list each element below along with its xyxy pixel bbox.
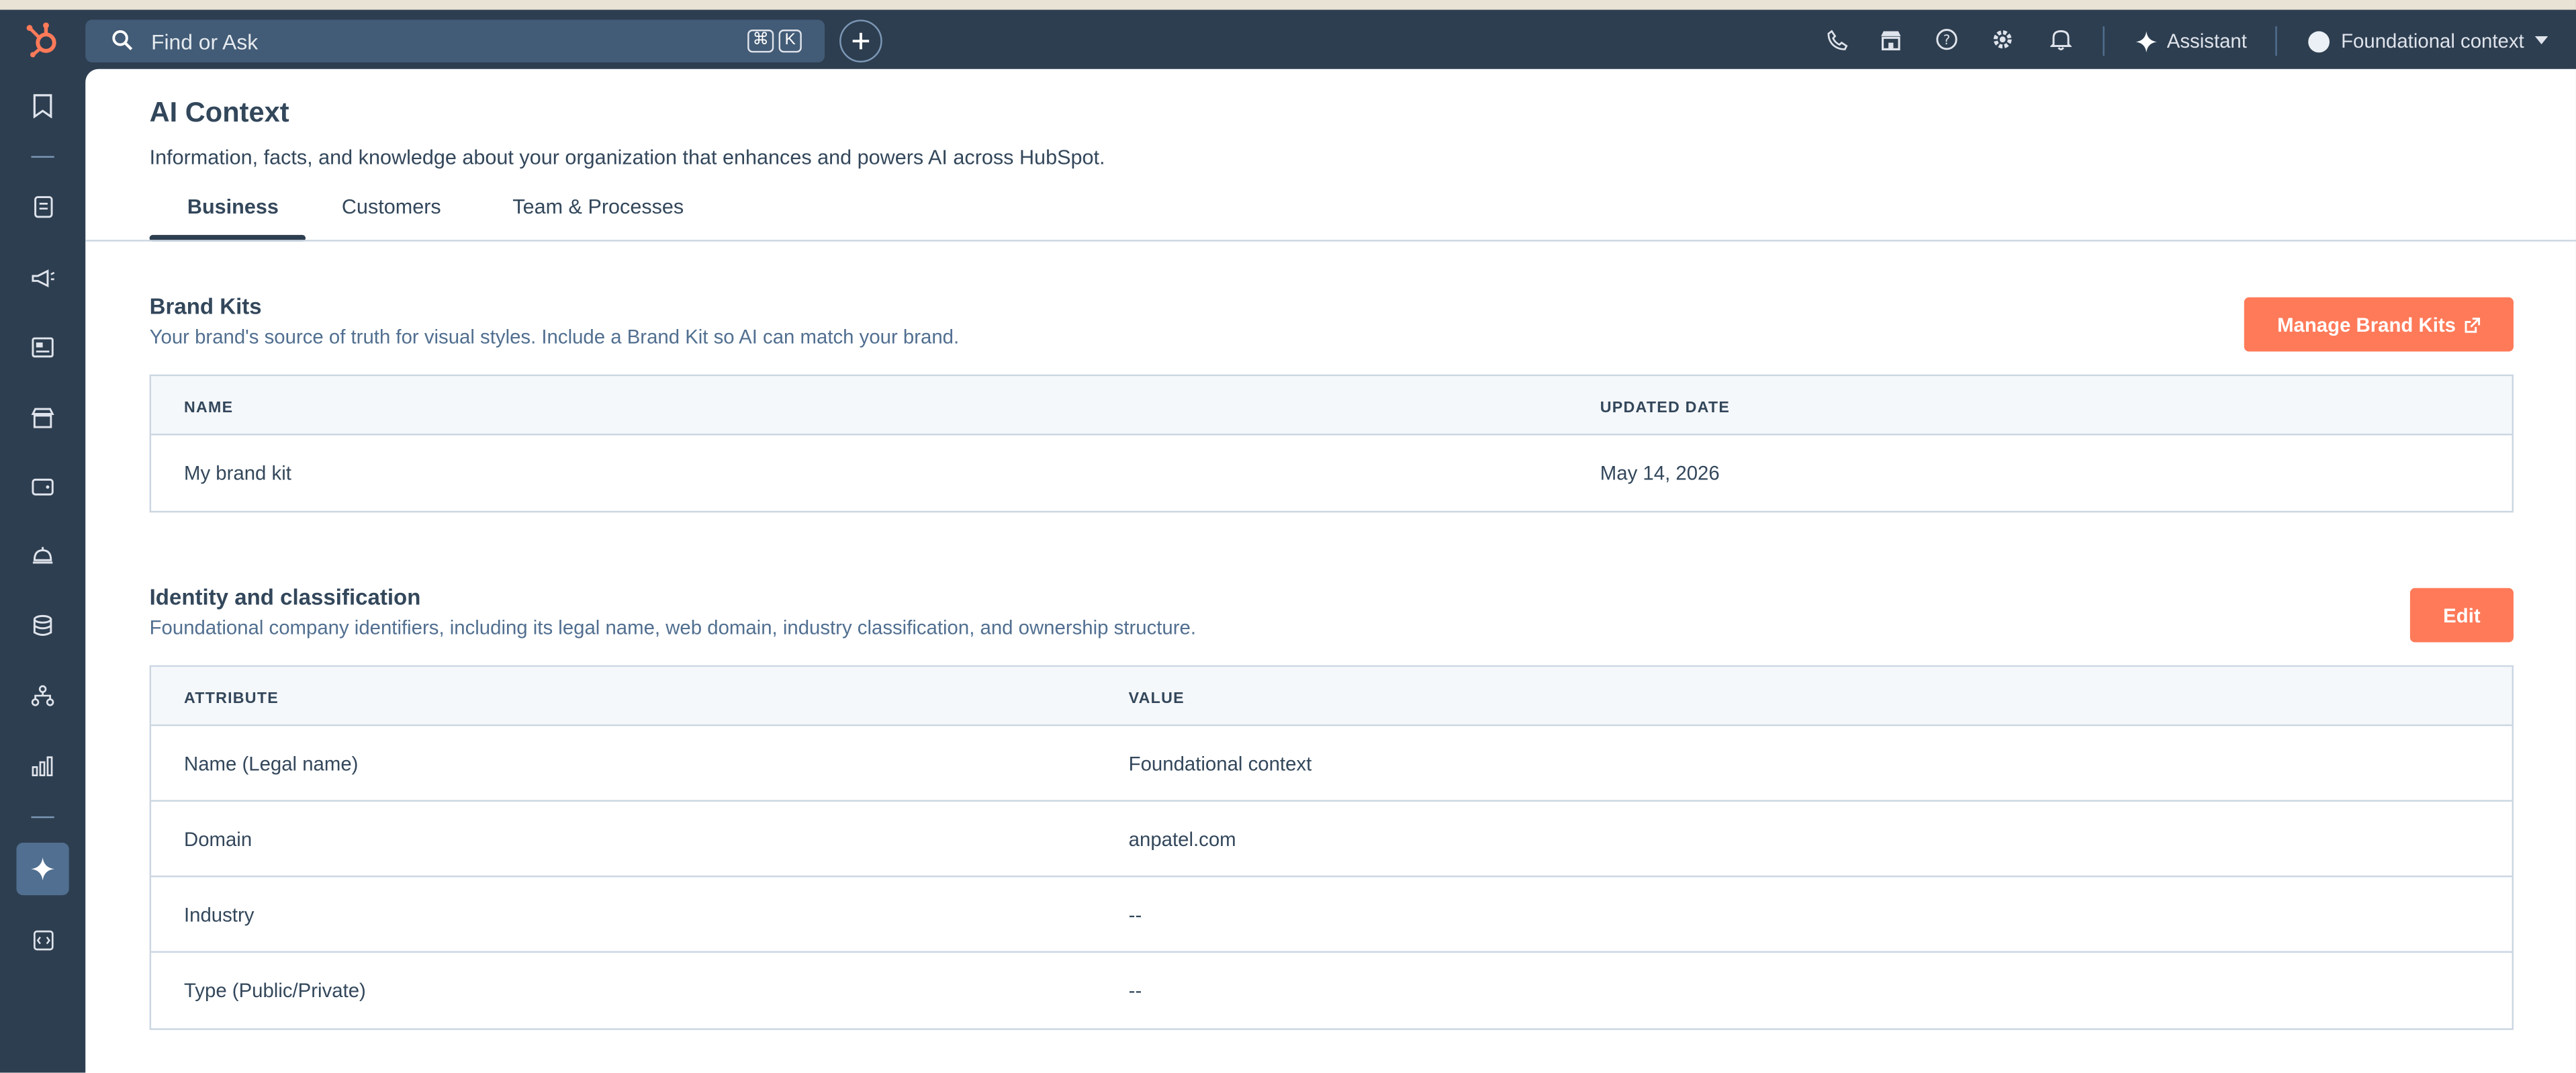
attribute-cell: Type (Public/Private) [183, 979, 366, 1002]
reports-icon[interactable] [26, 749, 59, 782]
wallet-icon[interactable] [26, 470, 59, 503]
caret-down-icon [2535, 36, 2549, 45]
manage-brand-kits-label: Manage Brand Kits [2277, 313, 2456, 336]
contacts-icon[interactable] [26, 191, 59, 224]
calling-icon[interactable] [1825, 28, 1848, 51]
topbar-divider [2103, 26, 2105, 56]
table-row: Domain anpatel.com [151, 802, 2512, 878]
edit-button-label: Edit [2443, 604, 2481, 627]
identity-table: ATTRIBUTE VALUE Name (Legal name) Founda… [149, 665, 2514, 1030]
value-cell: Foundational context [1128, 752, 1312, 776]
content-icon[interactable] [26, 330, 59, 363]
table-row: Industry -- [151, 877, 2512, 953]
value-cell: anpatel.com [1128, 827, 1236, 851]
marketplace-icon[interactable] [1880, 28, 1902, 51]
column-header-attribute: ATTRIBUTE [183, 690, 279, 708]
search-icon [111, 30, 133, 59]
notifications-bell-icon[interactable] [2049, 28, 2072, 51]
edit-button[interactable]: Edit [2409, 588, 2514, 643]
service-bell-icon[interactable] [26, 539, 59, 571]
value-cell: -- [1128, 979, 1142, 1002]
attribute-cell: Name (Legal name) [183, 752, 359, 776]
tab-team-processes[interactable]: Team & Processes [512, 195, 684, 218]
table-header: ATTRIBUTE VALUE [151, 667, 2512, 727]
sidebar-separator [31, 156, 54, 158]
brand-kit-name[interactable]: My brand kit [184, 461, 291, 484]
column-header-updated-date[interactable]: UPDATED DATE [1600, 399, 1730, 417]
database-icon[interactable] [26, 610, 59, 643]
attribute-cell: Domain [183, 827, 252, 851]
left-sidebar [0, 68, 86, 1073]
marketing-megaphone-icon[interactable] [26, 261, 59, 294]
help-icon[interactable]: ? [1935, 28, 1958, 51]
assistant-label: Assistant [2166, 30, 2247, 53]
identity-description: Foundational company identifiers, includ… [149, 616, 1197, 639]
brand-kits-table: NAME UPDATED DATE My brand kit May 14, 2… [149, 374, 2514, 513]
page-description: Information, facts, and knowledge about … [149, 146, 1105, 169]
account-menu[interactable]: Foundational context [2308, 25, 2549, 58]
value-cell: -- [1128, 903, 1142, 927]
plus-icon [852, 32, 870, 50]
commerce-icon[interactable] [26, 401, 59, 434]
brand-kits-title: Brand Kits [149, 293, 262, 319]
create-new-button[interactable] [839, 19, 882, 62]
attribute-cell: Industry [183, 903, 255, 927]
page-title: AI Context [149, 97, 289, 128]
table-row: Type (Public/Private) -- [151, 953, 2512, 1029]
main-content: AI Context Information, facts, and knowl… [85, 68, 2576, 1073]
brand-kit-updated-date: May 14, 2026 [1600, 461, 1720, 485]
sparkle-icon [2135, 30, 2158, 52]
ai-sparkle-icon[interactable] [26, 853, 59, 886]
table-row[interactable]: My brand kit May 14, 2026 [151, 435, 2512, 511]
shortcut-key-k: K [778, 30, 802, 53]
brand-kits-description: Your brand's source of truth for visual … [149, 325, 960, 348]
org-chart-icon[interactable] [26, 678, 59, 711]
assistant-button[interactable]: Assistant [2135, 25, 2247, 58]
browser-top-strip [0, 0, 2576, 10]
search-placeholder: Find or Ask [151, 30, 259, 54]
column-header-value: VALUE [1128, 690, 1185, 708]
tab-business[interactable]: Business [187, 195, 279, 218]
hubspot-logo-icon[interactable] [23, 21, 62, 58]
global-search-input[interactable]: Find or Ask ⌘ K [85, 19, 825, 62]
app-root: Find or Ask ⌘ K ? Assistant Foundational… [0, 0, 2576, 1073]
identity-title: Identity and classification [149, 584, 421, 610]
topbar-divider [2275, 26, 2277, 56]
avatar [2308, 30, 2330, 52]
column-header-name[interactable]: NAME [184, 399, 233, 417]
manage-brand-kits-button[interactable]: Manage Brand Kits [2244, 297, 2514, 352]
external-link-icon [2465, 316, 2480, 332]
bookmark-icon[interactable] [26, 89, 59, 122]
account-name: Foundational context [2341, 30, 2524, 53]
tab-customers[interactable]: Customers [342, 195, 441, 218]
table-row: Name (Legal name) Foundational context [151, 726, 2512, 802]
sidebar-separator [31, 816, 54, 819]
settings-gear-icon[interactable] [1991, 28, 2014, 51]
shortcut-key-cmd: ⌘ [747, 30, 774, 53]
tabs-divider [85, 240, 2576, 242]
table-header: NAME UPDATED DATE [151, 376, 2512, 436]
developer-code-icon[interactable] [26, 923, 59, 956]
top-nav-bar: Find or Ask ⌘ K ? Assistant Foundational… [0, 9, 2576, 69]
svg-text:?: ? [1943, 32, 1950, 48]
